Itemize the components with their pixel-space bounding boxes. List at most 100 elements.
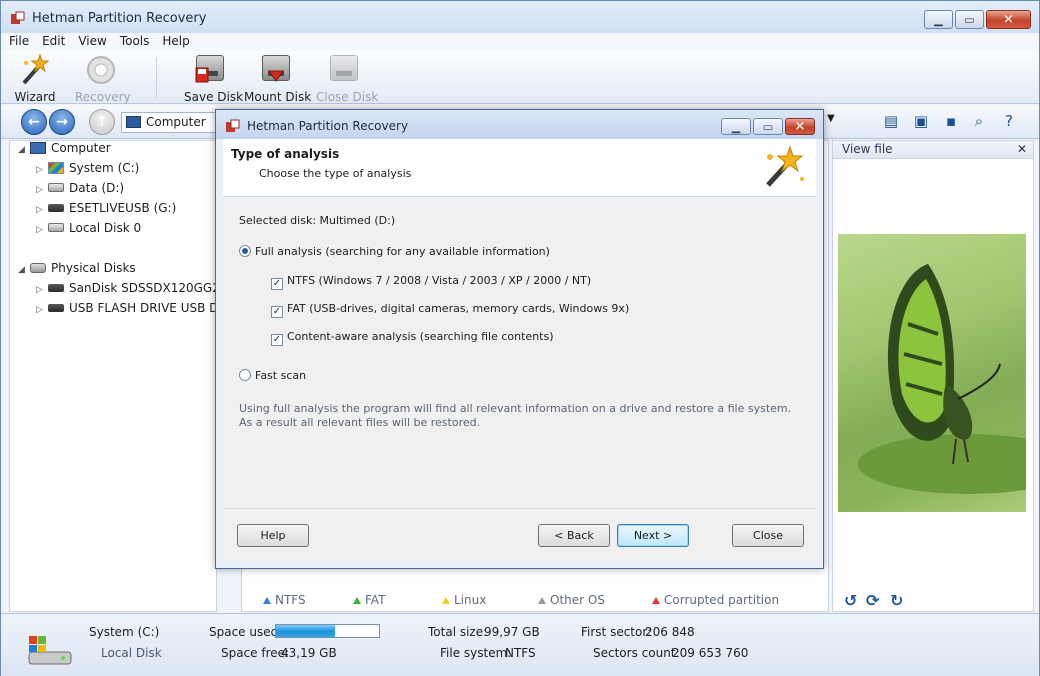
physical-disk-icon xyxy=(30,262,46,273)
close-disk-button[interactable]: Close Disk xyxy=(316,53,378,104)
legend-fat: FAT xyxy=(353,593,385,607)
radio-checked-icon xyxy=(239,245,251,257)
content-aware-checkbox[interactable]: ✓ Content-aware analysis (searching file … xyxy=(271,330,554,346)
menu-bar: File Edit View Tools Help xyxy=(1,33,1039,51)
window-title: Hetman Partition Recovery xyxy=(32,11,207,26)
minimize-button[interactable]: ▁ xyxy=(924,10,953,29)
tree-computer[interactable]: ◢ Computer xyxy=(18,141,111,157)
checkmark-icon: ✓ xyxy=(271,278,283,290)
tree-computer-label: Computer xyxy=(51,141,111,155)
tree-item-sandisk[interactable]: ▷ SanDisk SDSSDX120GG25 xyxy=(36,279,216,297)
preview-image xyxy=(838,234,1026,512)
dialog-heading: Type of analysis xyxy=(231,147,340,161)
ntfs-checkbox[interactable]: ✓ NTFS (Windows 7 / 2008 / Vista / 2003 /… xyxy=(271,274,591,290)
rotate-left-icon[interactable]: ↺ xyxy=(844,591,857,610)
system-drive-icon xyxy=(28,636,72,665)
help-button[interactable]: ? xyxy=(997,110,1021,132)
space-free-label: Space free: xyxy=(221,646,290,660)
preview-button[interactable]: ▣ xyxy=(909,110,933,132)
search-button[interactable]: ⌕ xyxy=(967,110,991,132)
back-nav-button[interactable]: ← xyxy=(21,109,47,135)
menu-help[interactable]: Help xyxy=(162,33,189,51)
minimize-icon: ▁ xyxy=(731,120,741,133)
recovery-button[interactable]: Recovery xyxy=(75,53,131,104)
refresh-icon[interactable]: ⟳ xyxy=(866,591,879,610)
tree-item-data-d[interactable]: ▷ Data (D:) xyxy=(36,179,124,197)
drive-icon xyxy=(48,183,64,192)
menu-file[interactable]: File xyxy=(9,33,29,51)
space-used-fill xyxy=(276,625,335,637)
sectors-count-label: Sectors count: xyxy=(593,646,680,660)
legend-label: NTFS xyxy=(275,593,306,607)
tree-item-esetliveusb-g[interactable]: ▷ ESETLIVEUSB (G:) xyxy=(36,199,176,217)
maximize-button[interactable]: ▭ xyxy=(955,10,984,29)
fast-scan-radio[interactable]: Fast scan xyxy=(239,369,306,383)
dialog-minimize-button[interactable]: ▁ xyxy=(721,118,751,135)
expand-icon: ▷ xyxy=(36,225,43,235)
status-bar: System (C:) Local Disk Space used: Space… xyxy=(1,613,1039,676)
tree-item-local-disk-0[interactable]: ▷ Local Disk 0 xyxy=(36,219,141,237)
fast-scan-label: Fast scan xyxy=(255,369,307,382)
linux-marker-icon xyxy=(442,597,450,604)
forward-nav-button[interactable]: → xyxy=(49,109,75,135)
address-dropdown-icon[interactable]: ▼ xyxy=(827,113,835,124)
expand-icon: ▷ xyxy=(36,305,43,315)
dialog-close-button[interactable]: ✕ xyxy=(785,118,815,135)
file-viewer-panel: View file ✕ xyxy=(832,140,1034,612)
tree-item-usb-flash[interactable]: ▷ USB FLASH DRIVE USB Devi xyxy=(36,299,216,317)
mount-disk-label: Mount Disk xyxy=(244,90,312,104)
arrow-up-icon: ↑ xyxy=(96,114,108,130)
viewer-close-icon[interactable]: ✕ xyxy=(1017,141,1027,158)
analysis-description: Using full analysis the program will fin… xyxy=(239,402,792,429)
windows-drive-icon xyxy=(48,161,64,174)
analysis-dialog: Hetman Partition Recovery ▁ ▭ ✕ Type of … xyxy=(215,109,824,569)
drive-icon xyxy=(48,223,64,232)
minimize-icon: ▁ xyxy=(934,13,943,26)
ssd-icon xyxy=(48,283,64,292)
save-disk-icon xyxy=(193,53,227,87)
help-button[interactable]: Help xyxy=(237,524,309,547)
save-button[interactable]: ▪ xyxy=(939,110,963,132)
computer-icon xyxy=(126,116,141,128)
menu-view[interactable]: View xyxy=(78,33,106,51)
save-disk-button[interactable]: Save Disk xyxy=(184,53,243,104)
viewer-header: View file ✕ xyxy=(833,141,1033,159)
app-logo-icon xyxy=(226,119,240,132)
dialog-body: Selected disk: Multimed (D:) Full analys… xyxy=(223,198,816,560)
full-analysis-label: Full analysis (searching for any availab… xyxy=(255,245,550,258)
full-analysis-radio[interactable]: Full analysis (searching for any availab… xyxy=(239,245,550,259)
fat-checkbox[interactable]: ✓ FAT (USB-drives, digital cameras, memor… xyxy=(271,302,629,318)
file-system-label: File system: xyxy=(440,646,512,660)
app-logo-icon xyxy=(11,11,25,24)
first-sector-label: First sector: xyxy=(581,625,652,639)
collapse-icon: ◢ xyxy=(18,265,25,275)
close-button[interactable]: Close xyxy=(732,524,804,547)
mount-disk-button[interactable]: Mount Disk xyxy=(244,53,312,104)
tree-item-system-c[interactable]: ▷ System (C:) xyxy=(36,159,139,177)
legend-linux: Linux xyxy=(442,593,486,607)
up-nav-button[interactable]: ↑ xyxy=(89,109,115,135)
back-button[interactable]: < Back xyxy=(538,524,610,547)
menu-edit[interactable]: Edit xyxy=(42,33,65,51)
space-free-value: 43,19 GB xyxy=(281,646,337,660)
rotate-right-icon[interactable]: ↻ xyxy=(890,591,903,610)
viewer-title: View file xyxy=(842,142,893,156)
computer-icon xyxy=(30,141,46,154)
tree-physical-disks[interactable]: ◢ Physical Disks xyxy=(18,259,136,277)
dialog-maximize-button[interactable]: ▭ xyxy=(753,118,783,135)
legend-other-os: Other OS xyxy=(538,593,605,607)
maximize-icon: ▭ xyxy=(964,13,975,26)
tree-item-label: ESETLIVEUSB (G:) xyxy=(69,201,177,215)
wizard-button[interactable]: Wizard xyxy=(13,53,57,104)
checkmark-icon: ✓ xyxy=(271,306,283,318)
ntfs-marker-icon xyxy=(263,597,271,604)
toolbar: Wizard Recovery Save Disk Mount Disk Clo… xyxy=(1,51,1039,104)
ntfs-label: NTFS (Windows 7 / 2008 / Vista / 2003 / … xyxy=(287,274,592,287)
view-mode-button[interactable]: ▤ xyxy=(879,110,903,132)
address-value: Computer xyxy=(146,115,206,129)
next-button[interactable]: Next > xyxy=(617,524,689,547)
legend-label: Other OS xyxy=(550,593,605,607)
status-drive-type: Local Disk xyxy=(101,646,162,660)
menu-tools[interactable]: Tools xyxy=(120,33,150,51)
close-window-button[interactable]: ✕ xyxy=(986,10,1031,29)
